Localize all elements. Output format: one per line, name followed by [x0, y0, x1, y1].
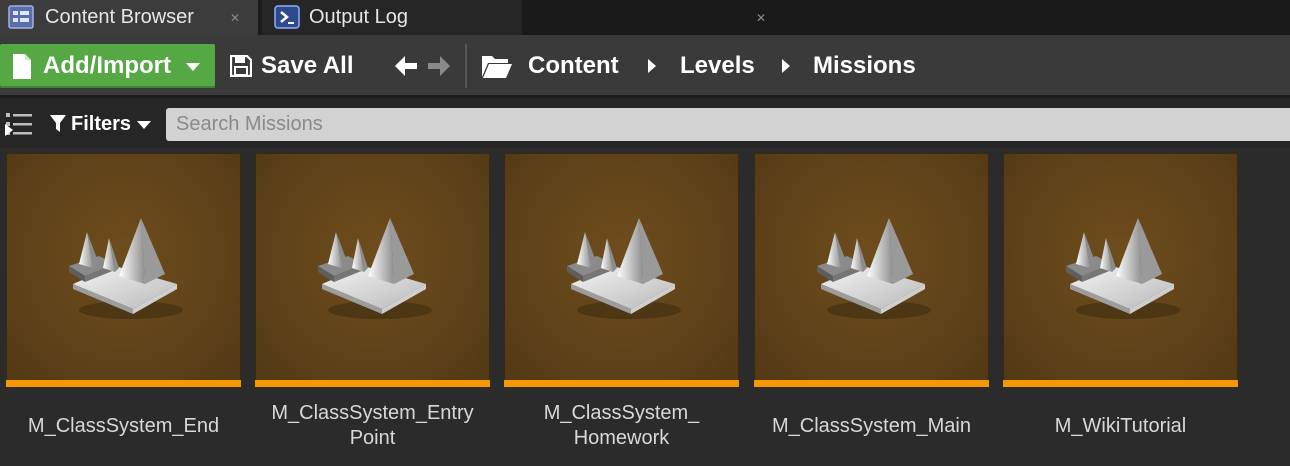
add-import-button[interactable]: Add/Import: [0, 44, 215, 88]
asset-thumbnail[interactable]: [255, 153, 490, 381]
level-asset-icon: [817, 218, 931, 319]
level-asset-icon: [69, 218, 183, 319]
asset-name[interactable]: M_ClassSystem_End: [0, 414, 247, 439]
breadcrumb-levels[interactable]: Levels: [680, 52, 755, 80]
breadcrumb-separator-icon[interactable]: [782, 59, 790, 73]
asset-type-color-bar: [6, 380, 241, 387]
asset-name-line: Homework: [573, 427, 670, 449]
asset-name[interactable]: M_ClassSystem_ Homework: [498, 401, 745, 451]
arrow-right-icon[interactable]: [426, 54, 452, 78]
chevron-down-icon: [137, 121, 151, 129]
asset-name-line: M_ClassSystem_End: [27, 415, 220, 437]
asset-tile[interactable]: M_ClassSystem_End: [6, 153, 241, 453]
breadcrumb-missions[interactable]: Missions: [813, 52, 916, 80]
asset-thumbnail[interactable]: [1003, 153, 1238, 381]
asset-tile[interactable]: M_WikiTutorial: [1003, 153, 1238, 453]
asset-name[interactable]: M_ClassSystem_Entry Point: [249, 401, 496, 451]
save-disk-icon: [230, 55, 252, 77]
toolbar-separator: [465, 44, 467, 88]
tab-strip: Content Browser ✕ Output Log ✕: [0, 0, 1290, 35]
close-tab-icon[interactable]: ✕: [756, 12, 766, 24]
close-tab-icon[interactable]: ✕: [230, 12, 240, 24]
breadcrumb-content[interactable]: Content: [528, 52, 619, 80]
arrow-left-icon[interactable]: [393, 54, 419, 78]
level-asset-icon: [1066, 218, 1180, 319]
level-asset-icon: [567, 218, 681, 319]
asset-name-line: Point: [349, 427, 396, 449]
asset-thumbnail[interactable]: [754, 153, 989, 381]
save-all-label: Save All: [261, 52, 354, 79]
output-log-icon: [274, 5, 300, 29]
search-input[interactable]: [166, 108, 1290, 141]
asset-type-color-bar: [255, 380, 490, 387]
chevron-down-icon: [186, 63, 200, 71]
asset-name-line: M_WikiTutorial: [1054, 415, 1187, 437]
content-browser-icon: [8, 5, 34, 29]
folder-open-icon[interactable]: [481, 53, 513, 79]
tab-label: Content Browser: [45, 6, 194, 28]
filters-label: Filters: [71, 113, 132, 135]
asset-tile[interactable]: M_ClassSystem_Entry Point: [255, 153, 490, 453]
asset-thumbnail[interactable]: [6, 153, 241, 381]
asset-tile[interactable]: M_ClassSystem_Main: [754, 153, 989, 453]
asset-type-color-bar: [754, 380, 989, 387]
asset-name-line: M_ClassSystem_Main: [772, 415, 971, 437]
asset-name-line: M_ClassSystem_: [543, 402, 700, 424]
save-all-button[interactable]: Save All: [226, 44, 366, 88]
tab-content-browser[interactable]: Content Browser ✕: [0, 0, 258, 35]
tab-output-log[interactable]: Output Log ✕: [262, 0, 766, 35]
asset-name-line: M_ClassSystem_Entry: [271, 402, 474, 424]
add-import-label: Add/Import: [43, 52, 171, 79]
asset-name[interactable]: M_WikiTutorial: [997, 414, 1244, 439]
breadcrumb-separator-icon[interactable]: [648, 59, 656, 73]
asset-type-color-bar: [504, 380, 739, 387]
tab-label: Output Log: [309, 6, 408, 28]
asset-name[interactable]: M_ClassSystem_Main: [748, 414, 995, 439]
filter-funnel-icon: [50, 115, 66, 132]
filters-button[interactable]: Filters: [46, 108, 154, 140]
asset-thumbnail[interactable]: [504, 153, 739, 381]
level-asset-icon: [318, 218, 432, 319]
asset-tile[interactable]: M_ClassSystem_ Homework: [504, 153, 739, 453]
sources-panel-toggle-icon[interactable]: [4, 110, 34, 138]
asset-type-color-bar: [1003, 380, 1238, 387]
new-document-icon: [13, 54, 31, 79]
